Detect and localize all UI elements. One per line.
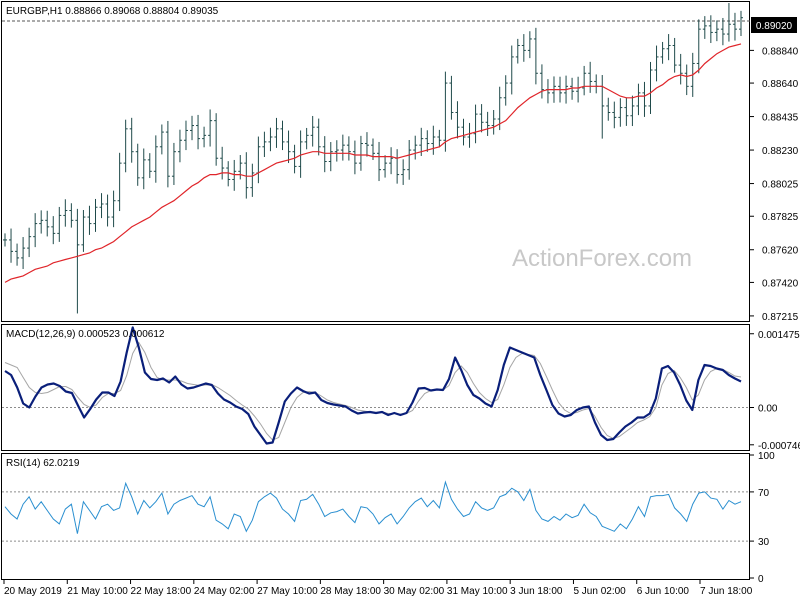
price-axis-label: 0.87620 — [762, 246, 799, 257]
time-axis-label: 20 May 2019 — [4, 586, 62, 597]
rsi-axis-label: 30 — [758, 537, 770, 548]
time-axis-label: 7 Jun 18:00 — [700, 586, 753, 597]
time-axis-label: 30 May 02:00 — [384, 586, 445, 597]
price-panel[interactable] — [1, 1, 750, 322]
price-axis-label: 0.87420 — [762, 278, 799, 289]
rsi-panel[interactable] — [1, 453, 750, 580]
time-axis-label: 27 May 10:00 — [257, 586, 318, 597]
time-axis-label: 22 May 18:00 — [131, 586, 192, 597]
rsi-axis-label: 70 — [758, 488, 770, 499]
time-axis-label: 28 May 18:00 — [320, 586, 381, 597]
rsi-panel-title: RSI(14) 62.0219 — [6, 458, 80, 469]
price-axis-label: 0.87825 — [762, 212, 799, 223]
chart-canvas: ActionForex.com 0.88840 0.88640 0.88435 0.8… — [0, 0, 800, 600]
rsi-axis-label: 0 — [758, 574, 764, 585]
price-axis-label: 0.88230 — [762, 146, 799, 157]
time-axis-label: 21 May 10:00 — [67, 586, 128, 597]
macd-panel[interactable] — [1, 324, 750, 451]
rsi-axis-label: 100 — [758, 451, 775, 462]
price-axis-label: 0.88840 — [762, 46, 799, 57]
price-axis-label: 0.88025 — [762, 180, 799, 191]
time-axis-label: 24 May 02:00 — [194, 586, 255, 597]
watermark: ActionForex.com — [512, 245, 692, 272]
current-price-label: 0.89020 — [756, 21, 793, 32]
macd-axis-label: 0.00 — [758, 404, 778, 415]
time-axis-label: 6 Jun 10:00 — [637, 586, 690, 597]
macd-panel-title: MACD(12,26,9) 0.000523 0.000612 — [6, 329, 165, 340]
macd-axis-label: 0.001475 — [758, 330, 800, 341]
time-axis-label: 31 May 10:00 — [447, 586, 508, 597]
chart-window: ActionForex.com 0.88840 0.88640 0.88435 0.8… — [0, 0, 800, 600]
price-axis-label: 0.87215 — [762, 312, 799, 323]
price-axis-label: 0.88640 — [762, 79, 799, 90]
price-axis-label: 0.88435 — [762, 113, 799, 124]
time-axis-label: 3 Jun 18:00 — [510, 586, 563, 597]
price-panel-title: EURGBP,H1 0.88866 0.89068 0.88804 0.8903… — [6, 6, 219, 17]
time-axis-label: 5 Jun 02:00 — [573, 586, 626, 597]
